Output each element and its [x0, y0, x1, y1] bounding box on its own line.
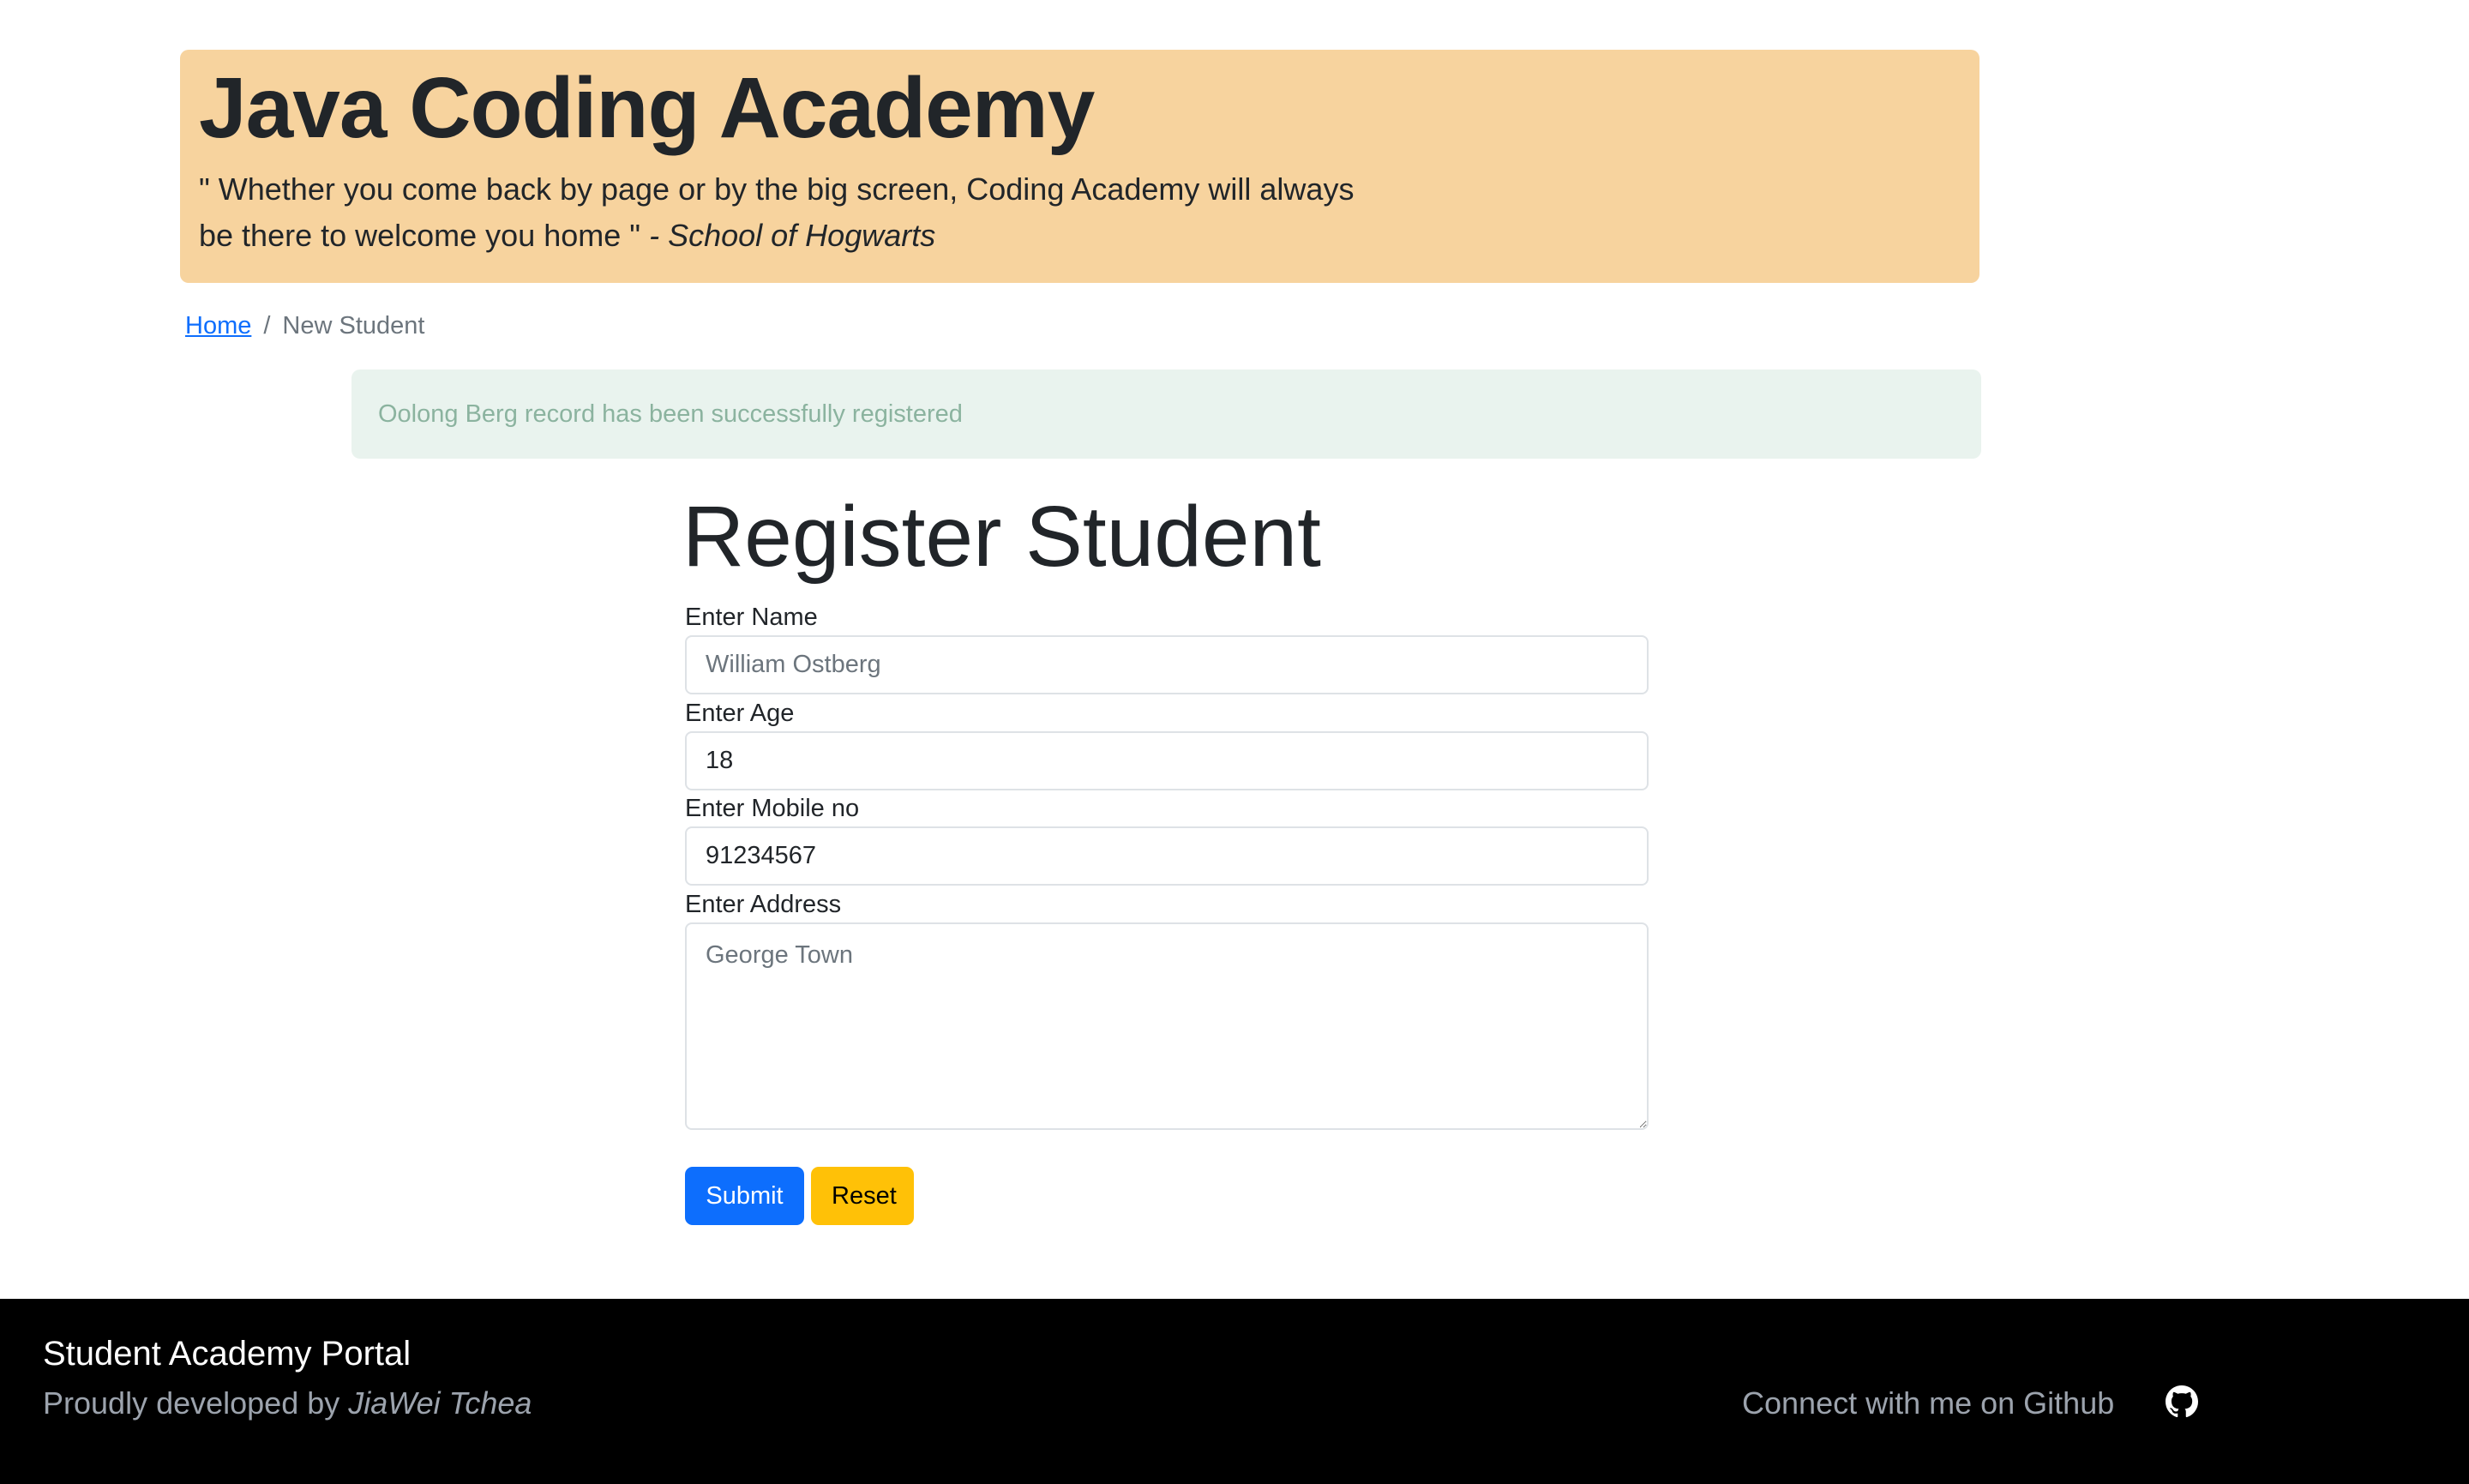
hero-banner: Java Coding Academy " Whether you come b… — [180, 50, 1979, 283]
hero-quote: " Whether you come back by page or by th… — [199, 166, 1365, 259]
name-label: Enter Name — [685, 604, 818, 631]
site-title: Java Coding Academy — [199, 60, 1095, 156]
breadcrumb: Home / New Student — [185, 309, 424, 343]
age-input[interactable] — [685, 731, 1649, 790]
footer-title: Student Academy Portal — [43, 1335, 412, 1373]
github-icon[interactable] — [2166, 1385, 2198, 1418]
alert-message: Oolong Berg record has been successfully… — [378, 400, 963, 428]
address-label: Enter Address — [685, 891, 842, 918]
breadcrumb-separator: / — [263, 312, 271, 339]
page: Java Coding Academy " Whether you come b… — [0, 0, 2469, 1484]
breadcrumb-home-link[interactable]: Home — [185, 312, 251, 339]
reset-button[interactable]: Reset — [811, 1167, 914, 1225]
success-alert: Oolong Berg record has been successfully… — [351, 369, 1981, 459]
address-textarea[interactable] — [685, 922, 1649, 1130]
age-label: Enter Age — [685, 700, 795, 727]
footer: Student Academy Portal Proudly developed… — [0, 1299, 2469, 1484]
quote-source: - School of Hogwarts — [649, 218, 936, 253]
footer-credit: Proudly developed by JiaWei Tchea — [43, 1385, 532, 1421]
breadcrumb-current: New Student — [282, 312, 425, 339]
credit-author: JiaWei Tchea — [348, 1385, 532, 1421]
credit-prefix: Proudly developed by — [43, 1385, 340, 1421]
mobile-input[interactable] — [685, 826, 1649, 886]
form-title: Register Student — [682, 489, 1321, 585]
name-input[interactable] — [685, 635, 1649, 694]
submit-button[interactable]: Submit — [685, 1167, 804, 1225]
github-link[interactable]: Connect with me on Github — [1742, 1385, 2114, 1421]
mobile-label: Enter Mobile no — [685, 795, 860, 822]
